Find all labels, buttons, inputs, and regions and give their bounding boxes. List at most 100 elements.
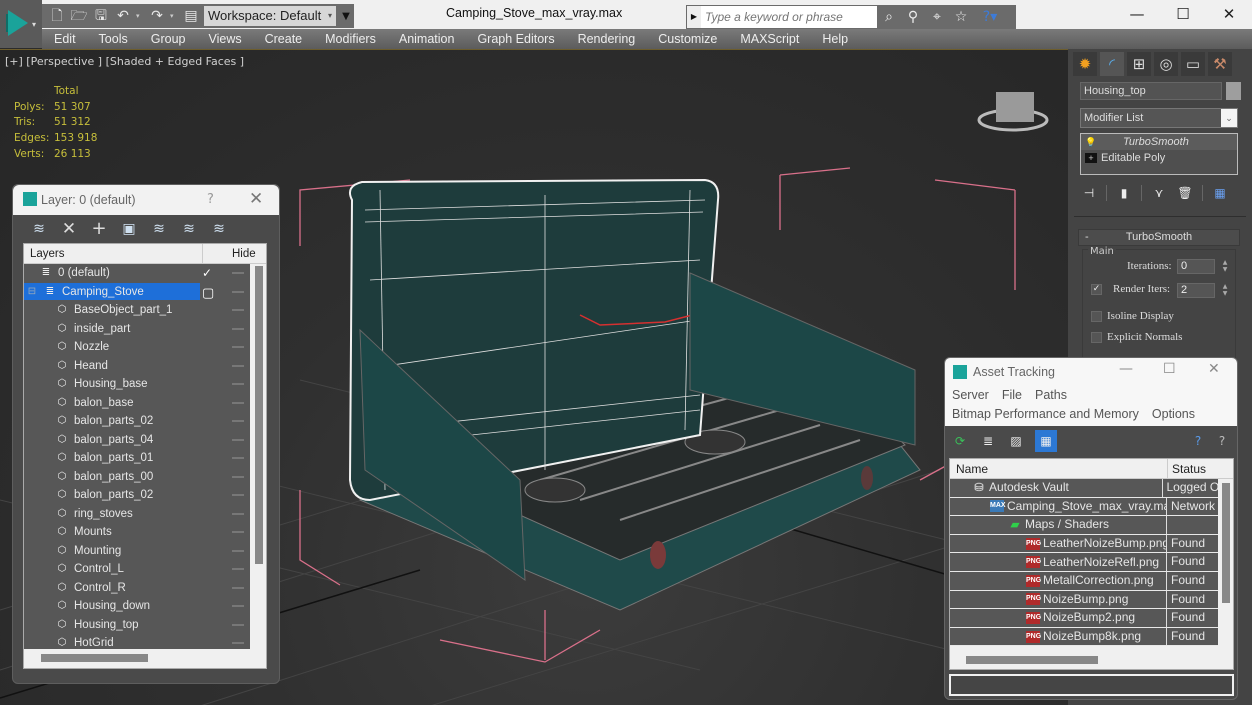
expand-search-icon[interactable]: ▶ — [687, 6, 701, 28]
layer-row[interactable]: ≣ 0 (default) ✓ — [24, 264, 250, 283]
asset-row[interactable]: PNG NoizeBump.png Found — [950, 590, 1218, 610]
menu-maxscript[interactable]: MAXScript — [740, 32, 799, 46]
hide-toggle[interactable] — [232, 438, 244, 441]
asset-row[interactable]: ▰ Maps / Shaders — [950, 516, 1218, 535]
redo-dropdown-icon[interactable]: ▾ — [170, 12, 178, 20]
close-button[interactable]: ✕ — [1208, 361, 1220, 377]
horizontal-scrollbar[interactable] — [950, 651, 1233, 669]
scrollbar-thumb[interactable] — [255, 266, 263, 564]
object-row[interactable]: ⬡ Control_L — [24, 560, 250, 579]
active-layer-check-icon[interactable]: ✓ — [202, 266, 212, 280]
object-row[interactable]: ⬡ Housing_top — [24, 616, 250, 635]
column-name[interactable]: Name — [950, 459, 1167, 478]
satellite-icon[interactable]: ⌖ — [925, 9, 949, 25]
asset-row[interactable]: PNG MetallCorrection.png Found — [950, 571, 1218, 591]
hide-toggle[interactable] — [232, 383, 244, 385]
undo-dropdown-icon[interactable]: ▾ — [136, 12, 144, 20]
help-icon[interactable]: ? — [1189, 432, 1207, 450]
spinner-arrows-icon[interactable]: ▲ ▼ — [1221, 259, 1229, 274]
select-objects-icon[interactable]: ▣ — [119, 219, 139, 239]
remove-modifier-icon[interactable]: 🗑 — [1176, 184, 1194, 202]
save-icon[interactable]: 🖫 — [92, 7, 110, 25]
help-icon[interactable]: ?▾ — [973, 9, 1007, 25]
hide-toggle[interactable] — [232, 531, 244, 533]
make-unique-icon[interactable]: ⋎ — [1150, 184, 1168, 202]
object-row[interactable]: ⬡ inside_part — [24, 320, 250, 339]
hide-toggle[interactable] — [232, 586, 244, 589]
delete-icon[interactable]: ✕ — [59, 219, 79, 239]
set-active-checkbox[interactable]: ▢ — [202, 285, 214, 301]
object-color-swatch[interactable] — [1226, 82, 1241, 100]
redo-icon[interactable]: ↷ — [148, 7, 166, 25]
object-row[interactable]: ⬡ balon_parts_04 — [24, 431, 250, 450]
asset-dialog-titlebar[interactable]: Asset Tracking — ☐ ✕ — [945, 358, 1237, 386]
asset-row[interactable]: PNG NoizeBump8k.png Found — [950, 627, 1218, 647]
asset-row[interactable]: PNG LeatherNoizeBump.png Found — [950, 534, 1218, 554]
close-button[interactable]: ✕ — [1206, 0, 1252, 28]
scrollbar-thumb[interactable] — [966, 656, 1098, 664]
search-input[interactable] — [701, 6, 877, 28]
close-button[interactable]: ✕ — [249, 189, 263, 209]
viewcube[interactable] — [996, 92, 1034, 122]
hide-toggle[interactable] — [232, 346, 244, 348]
list-view-icon[interactable]: ≣ — [979, 432, 997, 450]
minimize-button[interactable]: — — [1114, 0, 1160, 28]
table-view-icon[interactable]: ▦ — [1035, 430, 1057, 452]
select-layer-icon[interactable]: ≋ — [149, 219, 169, 239]
star-icon[interactable]: ☆ — [949, 9, 973, 25]
modifier-list-dropdown[interactable]: Modifier List ⌄ — [1080, 108, 1238, 128]
render-iters-spinner[interactable]: 2 — [1177, 283, 1215, 298]
hide-toggle[interactable] — [232, 457, 244, 459]
menu-file[interactable]: File — [1002, 386, 1022, 405]
vertical-scrollbar[interactable] — [252, 264, 266, 649]
workspace-dropdown[interactable]: Workspace: Default ▾ — [204, 6, 336, 26]
lightbulb-icon[interactable]: 💡 — [1085, 137, 1097, 148]
menu-modifiers[interactable]: Modifiers — [325, 32, 376, 46]
object-row[interactable]: ⬡ ring_stoves — [24, 505, 250, 524]
create-tab-icon[interactable]: ✹ — [1073, 52, 1097, 76]
explicit-normals-checkbox[interactable] — [1091, 332, 1102, 343]
menu-help[interactable]: Help — [822, 32, 848, 46]
motion-tab-icon[interactable]: ◎ — [1154, 52, 1178, 76]
new-file-icon[interactable]: 🗋 — [48, 7, 66, 25]
hide-toggle[interactable] — [232, 327, 244, 330]
hide-toggle[interactable] — [232, 475, 244, 478]
binoculars-icon[interactable]: ⌕ — [877, 9, 901, 25]
menu-views[interactable]: Views — [208, 32, 241, 46]
menu-group[interactable]: Group — [151, 32, 186, 46]
object-row[interactable]: ⬡ Heand — [24, 357, 250, 376]
object-row[interactable]: ⬡ balon_parts_01 — [24, 449, 250, 468]
render-iters-checkbox[interactable]: ✓ — [1091, 284, 1102, 295]
collapse-icon[interactable]: ⊟ — [26, 286, 38, 298]
object-row[interactable]: ⬡ balon_parts_02 — [24, 412, 250, 431]
object-row[interactable]: ⬡ Control_R — [24, 579, 250, 598]
menu-paths[interactable]: Paths — [1035, 386, 1067, 405]
refresh-icon[interactable]: ⟳ — [951, 432, 969, 450]
maximize-button[interactable]: ☐ — [1160, 0, 1206, 28]
vertical-scrollbar[interactable] — [1220, 479, 1233, 651]
menu-create[interactable]: Create — [265, 32, 303, 46]
object-row[interactable]: ⬡ balon_parts_00 — [24, 468, 250, 487]
help-button[interactable]: ? — [207, 192, 214, 207]
show-end-result-icon[interactable]: ▮ — [1115, 184, 1133, 202]
app-menu-button[interactable]: ▾ — [0, 0, 42, 48]
object-row[interactable]: ⬡ BaseObject_part_1 — [24, 301, 250, 320]
rollout-header[interactable]: - TurboSmooth — [1078, 229, 1240, 246]
hide-toggle[interactable] — [232, 549, 244, 552]
utilities-tab-icon[interactable]: ⚒ — [1208, 52, 1232, 76]
configure-sets-icon[interactable]: ▦ — [1211, 184, 1229, 202]
menu-bitmap-performance[interactable]: Bitmap Performance and Memory — [952, 405, 1139, 424]
asset-path-field[interactable] — [949, 674, 1234, 696]
asset-row[interactable]: PNG NoizeBump2.png Found — [950, 609, 1218, 628]
viewport-label[interactable]: [+] [Perspective ] [Shaded + Edged Faces… — [5, 55, 244, 68]
stack-item-editable-poly[interactable]: + Editable Poly — [1081, 150, 1237, 166]
hide-toggle[interactable] — [232, 623, 244, 626]
customize-toolbar-icon[interactable]: ▼ — [340, 11, 352, 22]
layer-properties-icon[interactable]: ≋ — [209, 219, 229, 239]
highlight-layer-icon[interactable]: ≋ — [179, 219, 199, 239]
object-row[interactable]: ⬡ HotGrid — [24, 634, 250, 649]
layer-row[interactable]: ⊟ ≣ Camping_Stove ▢ — [24, 283, 250, 302]
hide-toggle[interactable] — [232, 642, 244, 644]
hide-toggle[interactable] — [232, 272, 244, 274]
menu-edit[interactable]: Edit — [54, 32, 76, 46]
